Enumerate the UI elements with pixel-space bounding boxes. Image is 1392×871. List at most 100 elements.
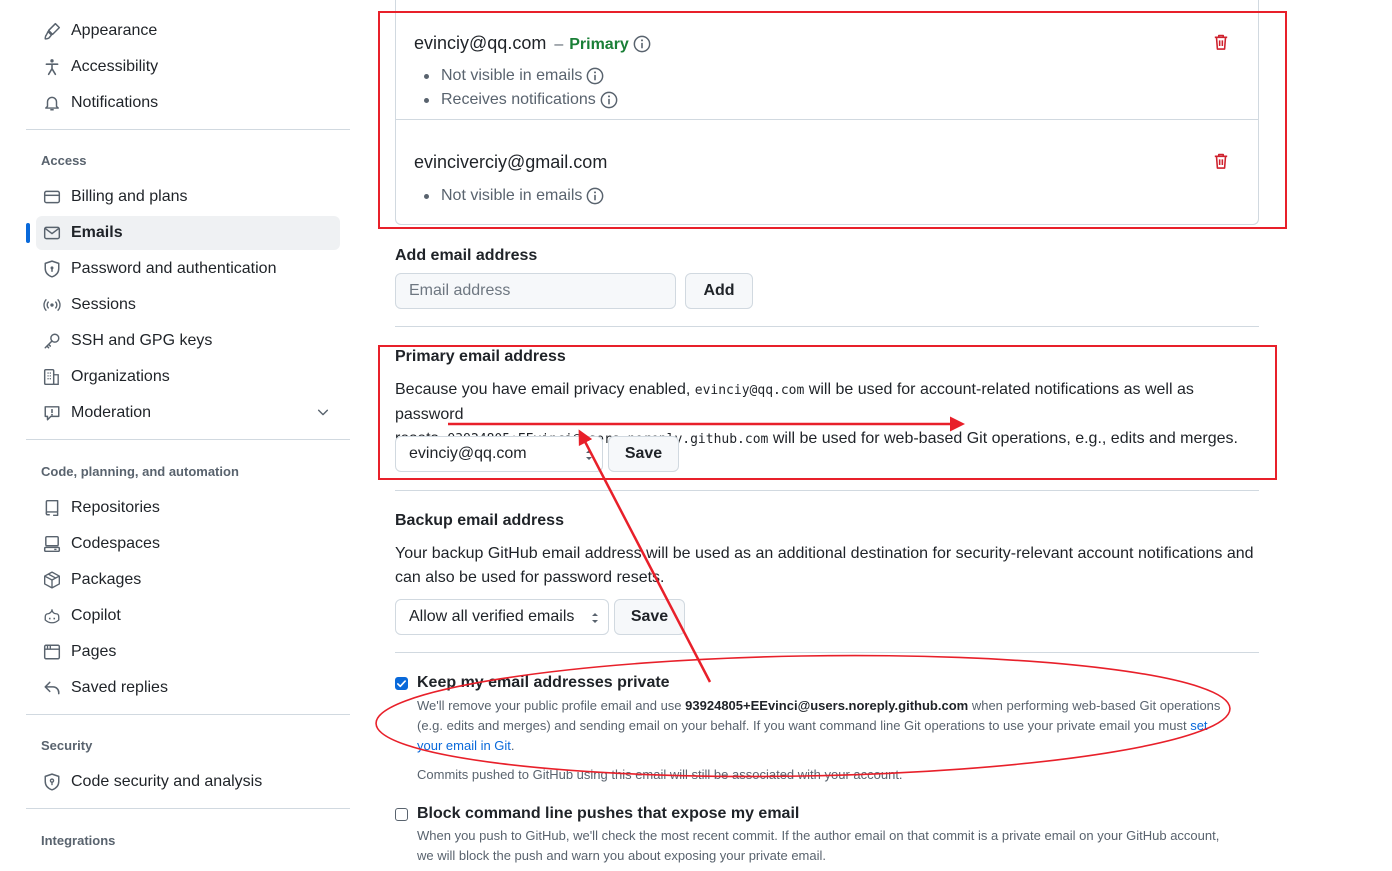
active-indicator [26, 223, 30, 243]
bullet-dot [424, 193, 429, 199]
sidebar-heading-access: Access [41, 153, 87, 168]
credit-card-icon [42, 187, 62, 207]
email-entry: evinciy@qq.com – Primary Not visible in em… [396, 0, 1258, 119]
noreply-email: 93924805+EEvinci@users.noreply.github.co… [685, 698, 969, 713]
sidebar-item-label: Saved replies [71, 679, 168, 696]
desc-text: can also be used for password resets. [395, 569, 665, 586]
info-icon[interactable] [586, 187, 604, 205]
keep-private-description: We'll remove your public profile email a… [417, 696, 1259, 756]
sidebar-item-label: Packages [71, 571, 142, 588]
select-arrows-icon [584, 447, 594, 468]
desc-text: We'll remove your public profile email a… [417, 698, 682, 713]
backup-email-title: Backup email address [395, 512, 564, 529]
section-divider [395, 326, 1259, 327]
sidebar-heading-security: Security [41, 738, 93, 753]
email-entry: evinciverciy@gmail.com Not visible in em… [396, 120, 1258, 224]
email-property: Receives notifications [424, 91, 618, 109]
keep-private-label[interactable]: Keep my email addresses private [417, 674, 670, 692]
primary-email-select[interactable]: evinciy@qq.com [395, 436, 603, 472]
report-icon [42, 403, 62, 423]
sidebar-item-label: Sessions [71, 296, 136, 313]
sidebar-item-saved-replies[interactable]: Saved replies [36, 671, 340, 705]
primary-email-code: evinciy@qq.com [694, 383, 805, 398]
block-push-checkbox[interactable] [395, 808, 408, 821]
sidebar-item-organizations[interactable]: Organizations [36, 360, 340, 394]
sidebar-item-billing[interactable]: Billing and plans [36, 180, 340, 214]
sidebar-item-password[interactable]: Password and authentication [36, 252, 340, 286]
keep-private-checkbox[interactable] [395, 677, 408, 690]
broadcast-icon [42, 295, 62, 315]
delete-email-trash-icon[interactable] [1212, 152, 1230, 170]
sidebar-item-appearance[interactable]: Appearance [36, 14, 340, 48]
primary-badge: Primary [569, 36, 629, 53]
paintbrush-icon [42, 21, 62, 41]
info-icon[interactable] [600, 91, 618, 109]
shield-lock-icon [42, 259, 62, 279]
keep-private-note: Commits pushed to GitHub using this emai… [417, 767, 903, 782]
copilot-icon [42, 606, 62, 626]
desc-text: When you push to GitHub, we'll check the… [417, 828, 1220, 843]
sidebar-item-pages[interactable]: Pages [36, 635, 340, 669]
codespaces-icon [42, 534, 62, 554]
sidebar-item-label: Copilot [71, 607, 121, 624]
email-list: evinciy@qq.com – Primary Not visible in em… [395, 0, 1259, 225]
save-backup-button[interactable]: Save [614, 599, 685, 635]
email-address-line: evinciy@qq.com – Primary [414, 33, 651, 54]
save-primary-button[interactable]: Save [608, 436, 679, 472]
shield-icon [42, 772, 62, 792]
desc-text: (e.g. edits and merges) and sending emai… [417, 718, 1187, 733]
email-property-label: Not visible in emails [441, 67, 583, 84]
section-divider [395, 652, 1259, 653]
sidebar-item-label: Organizations [71, 368, 170, 385]
browser-icon [42, 642, 62, 662]
backup-email-select[interactable]: Allow all verified emails [395, 599, 609, 635]
sidebar-item-notifications[interactable]: Notifications [36, 86, 340, 120]
info-icon[interactable] [586, 67, 604, 85]
section-divider [395, 490, 1259, 491]
block-push-option: Block command line pushes that expose my… [395, 805, 1265, 869]
sidebar-item-accessibility[interactable]: Accessibility [36, 50, 340, 84]
sidebar-item-emails[interactable]: Emails [26, 216, 340, 250]
desc-text: we will block the push and warn you abou… [417, 848, 827, 863]
desc-text: . [510, 738, 515, 753]
desc-text: Because you have email privacy enabled, [395, 381, 691, 398]
sidebar-item-label: Notifications [71, 94, 159, 111]
sidebar-item-label: Codespaces [71, 535, 160, 552]
sidebar-item-label: Emails [71, 224, 123, 241]
sidebar-item-label: Accessibility [71, 58, 159, 75]
sidebar-item-label: Repositories [71, 499, 160, 516]
sidebar-item-codespaces[interactable]: Codespaces [36, 527, 340, 561]
set-email-link[interactable]: your email in Git [417, 738, 511, 753]
desc-text: will be used for web-based Git operation… [772, 430, 1238, 447]
package-icon [42, 570, 62, 590]
bell-icon [42, 93, 62, 113]
sidebar-item-ssh-gpg[interactable]: SSH and GPG keys [36, 324, 340, 358]
sidebar-item-label: Code security and analysis [71, 773, 263, 790]
sidebar-item-code-security[interactable]: Code security and analysis [36, 765, 340, 799]
key-icon [42, 331, 62, 351]
sidebar-item-sessions[interactable]: Sessions [36, 288, 340, 322]
sidebar-item-label: Appearance [71, 22, 158, 39]
block-push-label[interactable]: Block command line pushes that expose my… [417, 805, 799, 823]
bullet-dot [424, 73, 429, 79]
sidebar-heading-code: Code, planning, and automation [41, 464, 239, 479]
email-address-input[interactable]: Email address [395, 273, 676, 309]
sidebar-item-packages[interactable]: Packages [36, 563, 340, 597]
sidebar-item-copilot[interactable]: Copilot [36, 599, 340, 633]
sidebar-heading-integrations: Integrations [41, 833, 116, 848]
email-property: Not visible in emails [424, 187, 604, 205]
email-address: evinciverciy@gmail.com [414, 152, 608, 172]
organization-icon [42, 367, 62, 387]
sidebar-item-moderation[interactable]: Moderation [36, 396, 340, 430]
sidebar-divider [26, 714, 350, 715]
delete-email-trash-icon[interactable] [1212, 33, 1230, 51]
set-email-link[interactable]: set [1190, 718, 1207, 733]
email-property-label: Not visible in emails [441, 187, 583, 204]
info-icon[interactable] [633, 35, 651, 53]
desc-text: Your backup GitHub email address will be… [395, 545, 1254, 562]
repo-icon [42, 498, 62, 518]
chevron-down-icon[interactable] [316, 405, 330, 424]
selected-value: Allow all verified emails [409, 608, 575, 625]
add-email-button[interactable]: Add [685, 273, 753, 309]
sidebar-item-repositories[interactable]: Repositories [36, 491, 340, 525]
